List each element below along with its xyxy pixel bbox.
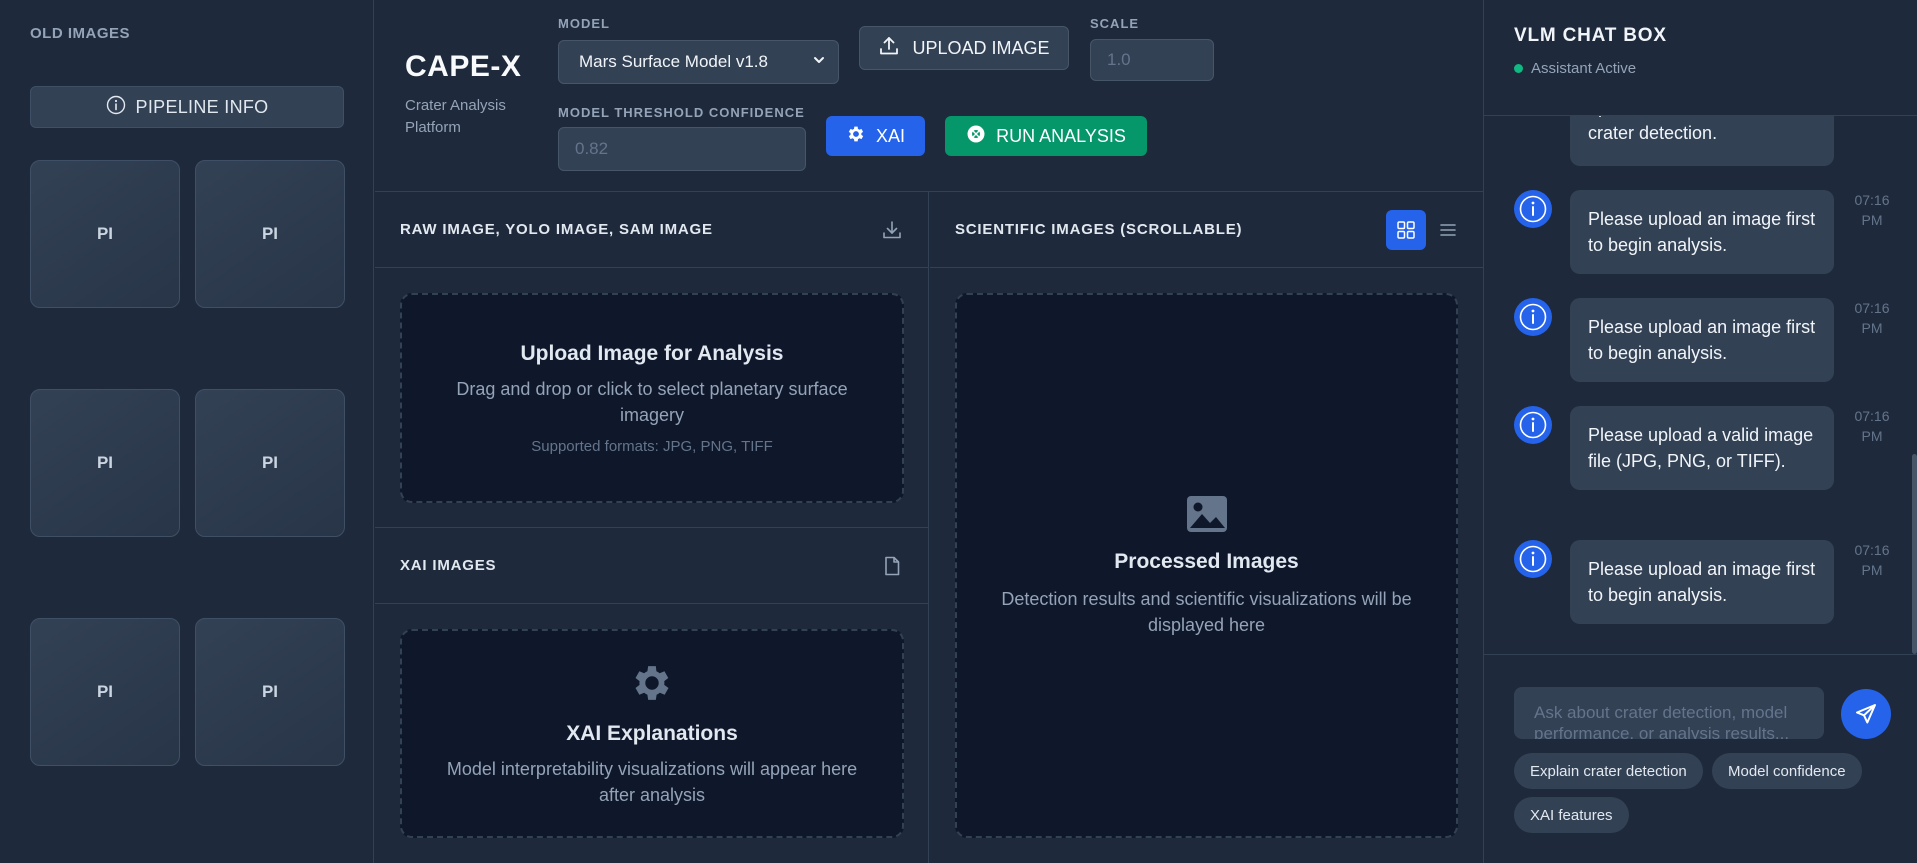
message-timestamp: 07:16 PM: [1854, 300, 1890, 336]
processed-images-text: Detection results and scientific visuali…: [1001, 588, 1412, 635]
chat-messages[interactable]: optimized for Martian terrain crater det…: [1484, 115, 1917, 655]
suggestion-chip[interactable]: XAI features: [1514, 797, 1629, 833]
info-icon: [1514, 540, 1552, 578]
chat-message-bubble: Please upload an image first to begin an…: [1570, 190, 1834, 274]
model-label: MODEL: [558, 16, 610, 31]
old-image-thumbnail[interactable]: PI: [30, 160, 180, 308]
pipeline-info-label: PIPELINE INFO: [135, 96, 269, 117]
scientific-images-panel: SCIENTIFIC IMAGES (SCROLLABLE) Processed…: [930, 192, 1483, 863]
processed-images-title: Processed Images: [1114, 549, 1299, 573]
pipeline-info-button[interactable]: PIPELINE INFO: [30, 86, 344, 128]
suggestion-chip[interactable]: Explain crater detection: [1514, 753, 1703, 789]
info-icon: [1514, 190, 1552, 228]
upload-icon: [878, 35, 900, 62]
view-toggle: [1386, 209, 1458, 250]
send-button[interactable]: [1841, 689, 1891, 739]
upload-image-button[interactable]: UPLOAD IMAGE: [859, 26, 1069, 70]
chat-message: Please upload an image first to begin an…: [1514, 298, 1892, 382]
raw-panel-title: RAW IMAGE, YOLO IMAGE, SAM IMAGE: [400, 221, 713, 238]
chat-message-bubble: Please upload a valid image file (JPG, P…: [1570, 406, 1834, 490]
dropzone-formats: Supported formats: JPG, PNG, TIFF: [531, 437, 773, 455]
sci-panel-title: SCIENTIFIC IMAGES (SCROLLABLE): [955, 221, 1243, 238]
info-icon: [1514, 298, 1552, 336]
chat-scrollbar[interactable]: [1912, 454, 1917, 654]
upload-dropzone[interactable]: Upload Image for Analysis Drag and drop …: [400, 293, 904, 503]
suggestion-chip[interactable]: Model confidence: [1712, 753, 1862, 789]
model-select-value: Mars Surface Model v1.8: [579, 52, 768, 71]
processed-images-area: Processed Images Detection results and s…: [955, 293, 1458, 838]
grid-view-icon[interactable]: [1386, 209, 1426, 250]
brand-subtitle: Crater Analysis Platform: [405, 97, 506, 136]
list-view-icon[interactable]: [1438, 220, 1458, 240]
dropzone-text: Drag and drop or click to select planeta…: [456, 378, 848, 425]
gear-icon: [629, 660, 675, 706]
assistant-status: Assistant Active: [1514, 60, 1636, 77]
xai-panel-title: XAI IMAGES: [400, 557, 497, 574]
sci-panel-header: SCIENTIFIC IMAGES (SCROLLABLE): [930, 192, 1483, 268]
chevron-down-icon: [812, 52, 826, 72]
message-timestamp: 07:16 PM: [1854, 542, 1890, 578]
model-select[interactable]: Mars Surface Model v1.8: [558, 40, 839, 84]
info-icon: [1514, 406, 1552, 444]
old-image-thumbnail[interactable]: PI: [195, 389, 345, 537]
scale-input[interactable]: 1.0: [1090, 39, 1214, 81]
message-timestamp: 07:16 PM: [1854, 192, 1890, 228]
xai-button[interactable]: XAI: [826, 116, 925, 156]
upload-image-label: UPLOAD IMAGE: [912, 37, 1050, 58]
chat-input[interactable]: Ask about crater detection, model perfor…: [1514, 687, 1824, 739]
chat-message: Please upload an image first to begin an…: [1514, 190, 1892, 274]
send-icon: [1854, 702, 1878, 726]
brand-title: CAPE-X: [405, 50, 522, 83]
xai-panel-header: XAI IMAGES: [375, 528, 928, 604]
run-icon: [966, 124, 986, 149]
download-icon[interactable]: [881, 219, 903, 241]
run-analysis-button[interactable]: RUN ANALYSIS: [945, 116, 1147, 156]
scale-label: SCALE: [1090, 16, 1140, 31]
old-image-thumbnail[interactable]: PI: [195, 618, 345, 766]
xai-dropzone-title: XAI Explanations: [566, 721, 738, 745]
xai-dropzone: XAI Explanations Model interpretability …: [400, 629, 904, 838]
document-icon[interactable]: [881, 555, 903, 577]
xai-dropzone-text: Model interpretability visualizations wi…: [446, 758, 858, 805]
image-icon: [1185, 494, 1229, 534]
old-image-thumbnail[interactable]: PI: [195, 160, 345, 308]
old-image-thumbnail[interactable]: PI: [30, 389, 180, 537]
old-image-thumbnail[interactable]: PI: [30, 618, 180, 766]
sidebar-title: OLD IMAGES: [30, 25, 131, 42]
info-icon: [106, 95, 126, 120]
status-dot-icon: [1514, 64, 1523, 73]
xai-button-label: XAI: [875, 125, 905, 146]
assistant-status-label: Assistant Active: [1531, 60, 1637, 77]
chat-message: Please upload an image first to begin an…: [1514, 540, 1892, 624]
chat-message-bubble: Please upload an image first to begin an…: [1570, 298, 1834, 382]
dropzone-title: Upload Image for Analysis: [520, 341, 784, 365]
xai-images-panel: XAI IMAGES XAI Explanations Model interp…: [375, 528, 929, 863]
chat-message: Please upload a valid image file (JPG, P…: [1514, 406, 1892, 490]
threshold-label: MODEL THRESHOLD CONFIDENCE: [558, 105, 805, 120]
chat-title: VLM CHAT BOX: [1514, 25, 1667, 46]
chat-message-bubble: Please upload an image first to begin an…: [1570, 540, 1834, 624]
raw-image-panel: RAW IMAGE, YOLO IMAGE, SAM IMAGE Upload …: [375, 192, 929, 528]
raw-panel-header: RAW IMAGE, YOLO IMAGE, SAM IMAGE: [375, 192, 928, 268]
message-timestamp: 07:16 PM: [1854, 408, 1890, 444]
run-analysis-label: RUN ANALYSIS: [996, 125, 1126, 146]
chat-message-bubble: optimized for Martian terrain crater det…: [1570, 116, 1834, 166]
threshold-input[interactable]: 0.82: [558, 127, 806, 171]
gear-icon: [846, 124, 866, 149]
